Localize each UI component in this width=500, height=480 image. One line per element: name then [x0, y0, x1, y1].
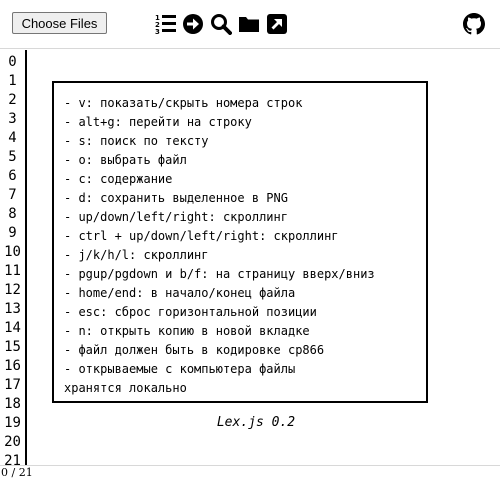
github-icon[interactable]: [463, 13, 485, 35]
help-line: хранятся локально: [64, 381, 187, 395]
go-to-line-icon[interactable]: [182, 13, 204, 35]
line-number: 4: [8, 130, 17, 146]
help-line: - v: показать/скрыть номера строк: [64, 96, 303, 110]
search-icon[interactable]: [210, 13, 232, 35]
help-line: - s: поиск по тексту: [64, 134, 209, 148]
help-line: - esc: сброс горизонтальной позиции: [64, 305, 317, 319]
line-number: 20: [4, 434, 21, 450]
line-number: 1: [8, 73, 17, 89]
line-number: 8: [8, 206, 17, 222]
status-bar: 0 / 21: [0, 465, 500, 480]
svg-text:3: 3: [155, 28, 160, 35]
line-number: 12: [4, 282, 21, 298]
line-number: 2: [8, 92, 17, 108]
help-line: - j/k/h/l: скроллинг: [64, 248, 209, 262]
line-position-indicator: 0 / 21: [1, 466, 33, 479]
line-number: 16: [4, 358, 21, 374]
help-line: - d: сохранить выделенное в PNG: [64, 191, 288, 205]
line-number: 3: [8, 111, 17, 127]
line-number: 13: [4, 301, 21, 317]
open-external-icon[interactable]: [266, 13, 288, 35]
version-label: Lex.js 0.2: [216, 415, 296, 430]
line-number: 19: [4, 415, 21, 431]
line-number: 7: [8, 187, 17, 203]
help-line: - up/down/left/right: скроллинг: [64, 210, 288, 224]
line-number-gutter: 0 1 2 3 4 5 6 7 8 9 10 11 12 13 14 15 16…: [0, 50, 27, 469]
open-folder-icon[interactable]: [238, 13, 260, 35]
help-line: - c: содержание: [64, 172, 173, 186]
line-number: 6: [8, 168, 17, 184]
help-line: - home/end: в начало/конец файла: [64, 286, 296, 300]
line-numbers-icon[interactable]: 1 2 3: [155, 13, 177, 35]
line-number: 14: [4, 320, 21, 336]
help-line: - файл должен быть в кодировке cp866: [64, 343, 325, 357]
help-line: - pgup/pgdown и b/f: на страницу вверх/в…: [64, 267, 375, 281]
help-line: - n: открыть копию в новой вкладке: [64, 324, 310, 338]
help-line: - ctrl + up/down/left/right: скроллинг: [64, 229, 339, 243]
line-number: 15: [4, 339, 21, 355]
help-line: - открываемые с компьютера файлы: [64, 362, 296, 376]
toolbar: Choose Files 1 2 3: [0, 0, 500, 49]
line-number: 17: [4, 377, 21, 393]
choose-files-button[interactable]: Choose Files: [12, 12, 107, 34]
line-number: 18: [4, 396, 21, 412]
line-number: 9: [8, 225, 17, 241]
line-number: 10: [4, 244, 21, 260]
line-number: 0: [8, 54, 17, 70]
help-line: - alt+g: перейти на строку: [64, 115, 252, 129]
line-number: 5: [8, 149, 17, 165]
line-number: 11: [4, 263, 21, 279]
help-panel: - v: показать/скрыть номера строк - alt+…: [52, 81, 428, 403]
help-line: - o: выбрать файл: [64, 153, 187, 167]
